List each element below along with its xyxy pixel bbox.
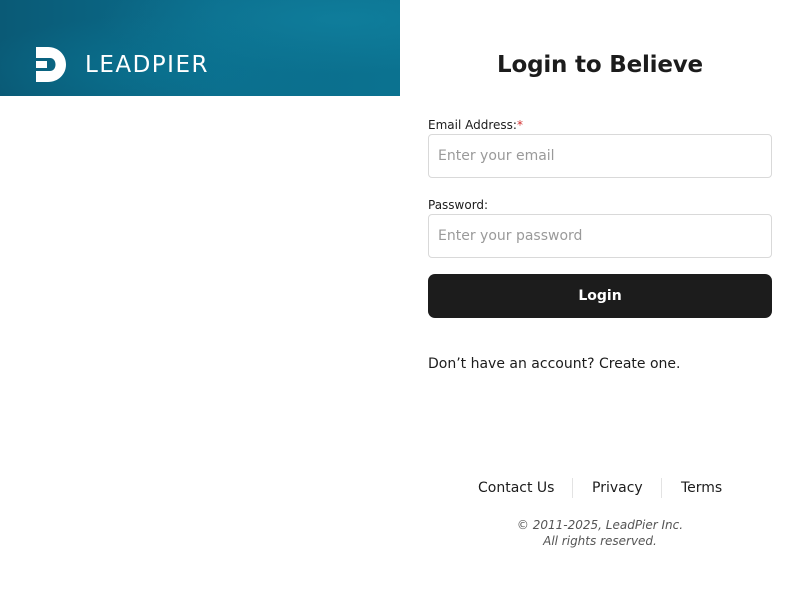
page-title: Login to Believe — [497, 52, 703, 78]
footer-divider — [661, 478, 662, 498]
email-label: Email Address:* — [428, 117, 523, 133]
copyright-notice: © 2011-2025, LeadPier Inc. All rights re… — [400, 517, 800, 549]
footer-divider — [572, 478, 573, 498]
password-label: Password: — [428, 198, 489, 212]
footer-link-contact-us[interactable]: Contact Us — [478, 476, 554, 500]
password-field[interactable] — [428, 214, 772, 258]
signup-prompt-text: Don’t have an account? — [428, 356, 595, 372]
create-account-link[interactable]: Create one. — [599, 356, 680, 372]
footer-link-privacy[interactable]: Privacy — [592, 476, 643, 500]
footer-link-terms[interactable]: Terms — [681, 476, 722, 500]
required-marker: * — [516, 118, 523, 132]
email-field[interactable] — [428, 134, 772, 178]
login-page: LEADPIER Login to Believe Email Address:… — [0, 0, 800, 600]
copyright-text: © 2011-2025, LeadPier Inc. — [516, 518, 684, 532]
leadpier-logo-icon — [36, 47, 66, 82]
login-button[interactable]: Login — [428, 274, 772, 318]
brand-wordmark: LEADPIER — [85, 52, 209, 78]
signup-prompt: Don’t have an account? Create one. — [428, 355, 680, 373]
rights-text: All rights reserved. — [543, 534, 657, 548]
email-label-text: Email Address: — [428, 118, 517, 132]
brand-banner: LEADPIER — [0, 0, 400, 96]
login-panel: Login to Believe Email Address:* Passwor… — [400, 0, 800, 600]
brand-panel: LEADPIER — [0, 0, 400, 600]
footer-links: Contact Us Privacy Terms — [400, 476, 800, 500]
